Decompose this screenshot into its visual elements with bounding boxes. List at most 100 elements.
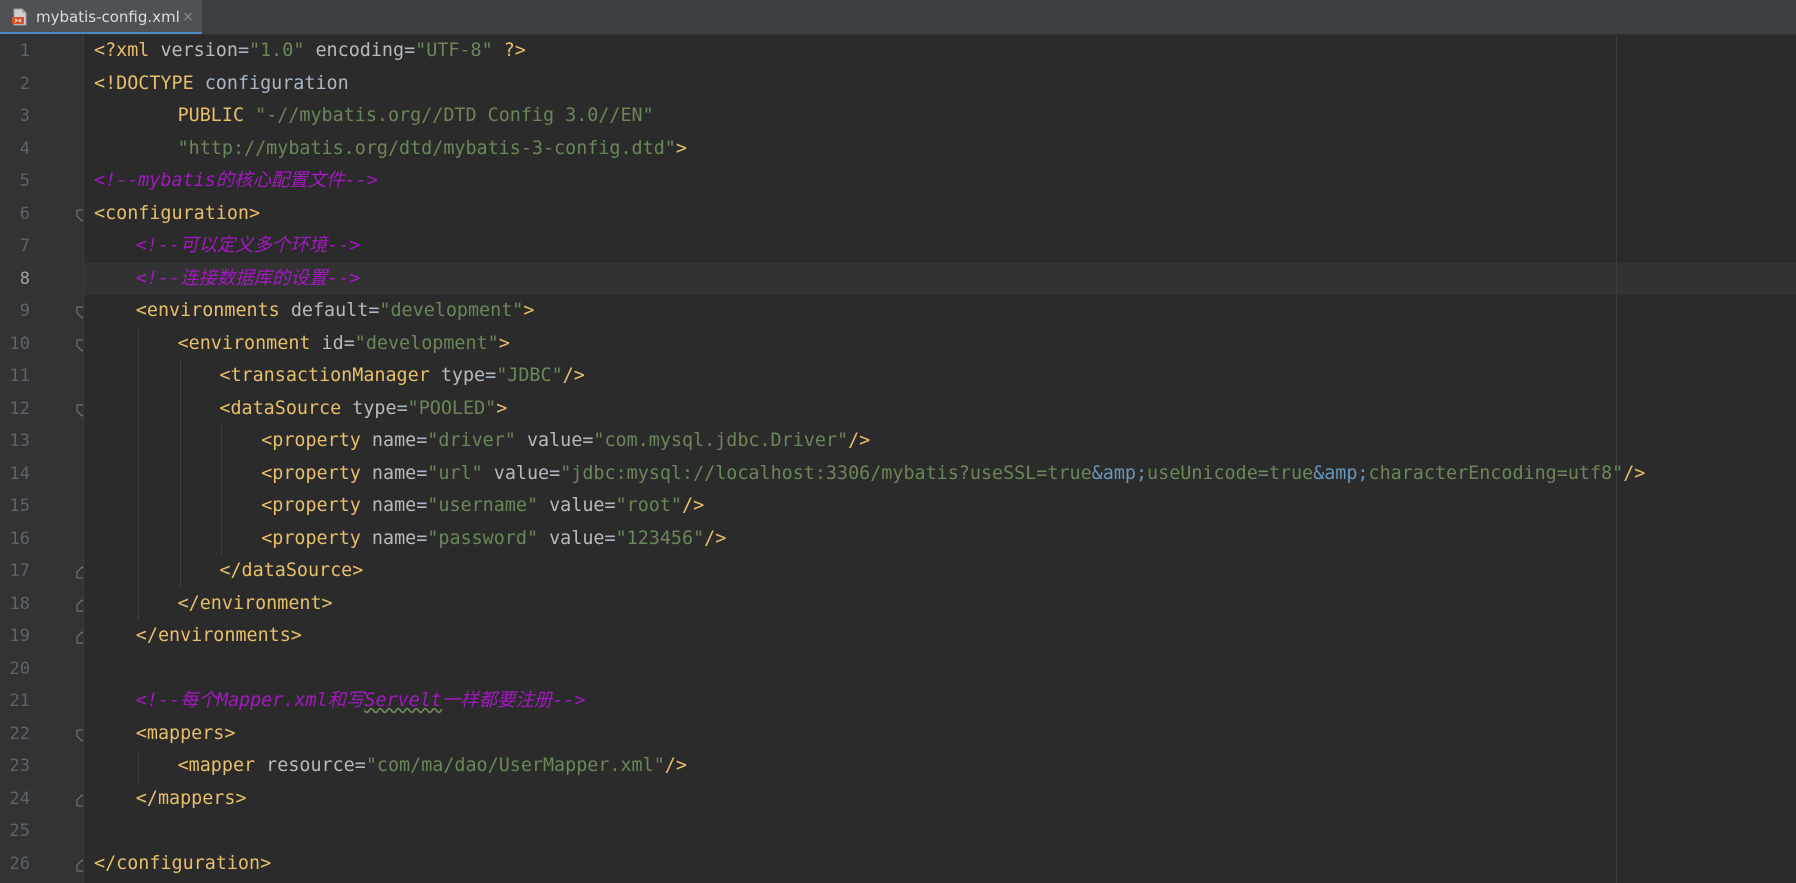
line-number: 4 bbox=[19, 138, 30, 159]
code-line[interactable]: </environment> bbox=[178, 588, 333, 621]
code-token: "jdbc:mysql://localhost:3306/mybatis?use… bbox=[560, 462, 1092, 484]
code-token: > bbox=[675, 137, 687, 159]
tab-close-icon[interactable]: × bbox=[182, 0, 194, 34]
code-line[interactable]: </configuration> bbox=[94, 848, 271, 881]
code-token: Servelt bbox=[364, 690, 442, 711]
code-token: </environment> bbox=[177, 592, 333, 614]
code-line[interactable]: <dataSource type="POOLED"> bbox=[219, 393, 507, 426]
code-token: name bbox=[371, 430, 417, 451]
code-token: > bbox=[523, 300, 535, 321]
indent-guide bbox=[221, 425, 223, 555]
code-area[interactable]: <?xml version="1.0" encoding="UTF-8" ?> <… bbox=[84, 35, 1796, 883]
code-token: "POOLED" bbox=[407, 397, 497, 419]
code-line[interactable]: <?xml version="1.0" encoding="UTF-8" ?> bbox=[94, 35, 526, 68]
code-token: = bbox=[404, 40, 416, 61]
code-token: = bbox=[604, 527, 616, 549]
code-line[interactable]: <property name="username" value="root"/> bbox=[261, 490, 704, 523]
code-token: <property bbox=[261, 430, 372, 451]
code-line[interactable]: <!--可以定义多个环境--> bbox=[136, 230, 361, 263]
code-token: <property bbox=[261, 462, 372, 484]
gutter-divider bbox=[83, 35, 84, 883]
code-token: = bbox=[354, 755, 366, 776]
line-number: 7 bbox=[19, 236, 30, 256]
line-number: 14 bbox=[9, 463, 30, 484]
code-token: = bbox=[485, 365, 497, 386]
code-editor[interactable]: 1 2 3 4 5 6 7 8 9 10 11 12 13 14 15 16 17 18 19 20 21 22 23 24 2… bbox=[0, 35, 1796, 883]
code-token: = bbox=[416, 462, 428, 484]
code-token: </configuration> bbox=[94, 852, 272, 874]
code-token: PUBLIC bbox=[177, 105, 256, 126]
line-number: 24 bbox=[9, 788, 30, 809]
code-line[interactable]: <!--mybatis的核心配置文件--> bbox=[94, 165, 378, 198]
code-token: > bbox=[498, 332, 510, 354]
code-line[interactable]: PUBLIC "-//mybatis.org//DTD Config 3.0//… bbox=[178, 100, 654, 133]
code-line[interactable]: <transactionManager type="JDBC"/> bbox=[219, 360, 584, 393]
tab-title: mybatis-config.xml bbox=[36, 8, 180, 26]
code-token: "root" bbox=[615, 495, 682, 516]
code-line[interactable]: <!--每个Mapper.xml和写Servelt一样都要注册--> bbox=[136, 685, 586, 718]
code-line[interactable]: </dataSource> bbox=[219, 555, 363, 588]
code-token: <!--mybatis的核心配置文件--> bbox=[94, 170, 378, 191]
code-token: value bbox=[526, 430, 583, 451]
code-token: name bbox=[371, 495, 417, 516]
xml-file-icon bbox=[12, 8, 28, 26]
code-line[interactable]: <property name="password" value="123456"… bbox=[261, 523, 726, 556]
code-token: </environments> bbox=[135, 625, 302, 646]
code-token: "123456" bbox=[615, 527, 705, 549]
code-line[interactable]: <property name="url" value="jdbc:mysql:/… bbox=[261, 458, 1645, 491]
line-number: 2 bbox=[19, 73, 30, 94]
code-token: = bbox=[582, 430, 594, 451]
code-token: <!--连接数据库的设置--> bbox=[135, 267, 361, 289]
code-token: "url" bbox=[427, 462, 483, 484]
code-token: "http://mybatis.org/dtd/mybatis-3-config… bbox=[177, 137, 676, 159]
code-line[interactable]: <mapper resource="com/ma/dao/UserMapper.… bbox=[178, 750, 687, 783]
code-token: <!--每个Mapper.xml和写 bbox=[135, 690, 365, 711]
code-line[interactable]: <mappers> bbox=[136, 718, 236, 751]
code-token: name bbox=[371, 462, 417, 484]
code-token: value bbox=[549, 527, 605, 549]
code-token: <?xml bbox=[94, 40, 161, 61]
code-line[interactable]: </mappers> bbox=[136, 783, 247, 816]
code-line[interactable]: <!--连接数据库的设置--> bbox=[136, 263, 361, 296]
line-number: 17 bbox=[9, 561, 30, 581]
code-token: encoding bbox=[315, 40, 405, 61]
line-number: 19 bbox=[9, 626, 30, 646]
code-token: <environment bbox=[177, 332, 322, 354]
code-token: <!--可以定义多个环境--> bbox=[135, 235, 361, 256]
code-token: = bbox=[368, 300, 380, 321]
code-line[interactable]: </environments> bbox=[136, 620, 302, 653]
code-token: = bbox=[416, 495, 428, 516]
code-token: <property bbox=[261, 527, 372, 549]
code-token: configuration bbox=[204, 72, 349, 94]
tab-mybatis-config[interactable]: mybatis-config.xml × bbox=[0, 0, 202, 34]
code-token: = bbox=[343, 332, 355, 354]
code-token: <dataSource bbox=[219, 397, 353, 419]
code-token: &amp; bbox=[1313, 462, 1369, 484]
code-token: <configuration> bbox=[94, 202, 261, 224]
code-line[interactable]: <property name="driver" value="com.mysql… bbox=[261, 425, 870, 458]
line-number: 15 bbox=[9, 496, 30, 516]
code-token: <mapper bbox=[177, 755, 267, 776]
code-token: value bbox=[549, 495, 605, 516]
code-line[interactable]: "http://mybatis.org/dtd/mybatis-3-config… bbox=[178, 133, 687, 166]
code-token: <property bbox=[261, 495, 372, 516]
code-token: /> bbox=[848, 430, 871, 451]
code-line[interactable]: <!DOCTYPE configuration bbox=[94, 68, 349, 101]
line-number: 12 bbox=[9, 398, 30, 419]
code-token: useUnicode=true bbox=[1147, 462, 1314, 484]
line-number: 6 bbox=[19, 203, 30, 224]
code-line[interactable]: <environment id="development"> bbox=[178, 328, 510, 361]
indent-guide bbox=[137, 327, 139, 620]
code-token: <!DOCTYPE bbox=[94, 72, 205, 94]
line-number: 5 bbox=[19, 171, 30, 191]
line-number: 21 bbox=[9, 691, 30, 711]
code-line[interactable]: <configuration> bbox=[94, 198, 260, 231]
code-token: = bbox=[396, 397, 408, 419]
line-number: 22 bbox=[9, 723, 30, 744]
code-token: <environments bbox=[135, 300, 291, 321]
code-token: "UTF-8" bbox=[415, 40, 493, 61]
code-line[interactable]: <environments default="development"> bbox=[136, 295, 535, 328]
